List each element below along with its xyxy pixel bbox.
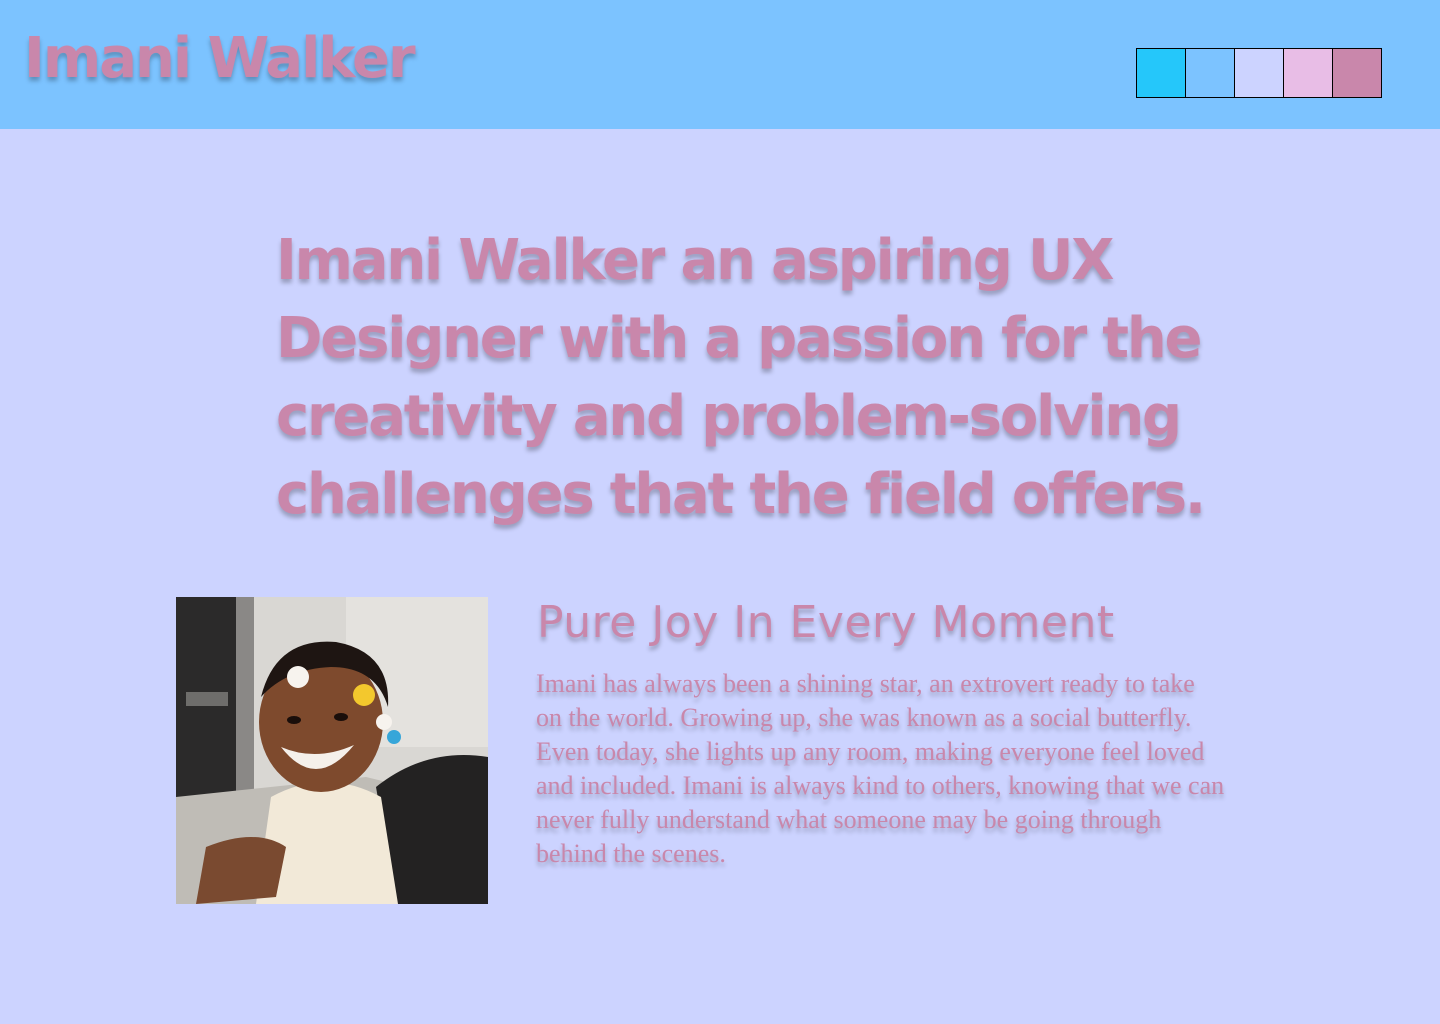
- swatch-rose: [1332, 48, 1382, 98]
- about-body: Imani has always been a shining star, an…: [536, 669, 1225, 868]
- site-title[interactable]: Imani Walker: [24, 24, 416, 94]
- swatch-sky: [1136, 48, 1186, 98]
- hero-headline: Imani Walker an aspiring UX Designer wit…: [276, 228, 1206, 527]
- swatch-blue: [1185, 48, 1235, 98]
- childhood-photo: [176, 597, 488, 904]
- color-palette: [1136, 48, 1382, 98]
- site-header: Imani Walker: [0, 0, 1440, 129]
- about-title: Pure Joy In Every Moment: [537, 597, 1115, 648]
- swatch-lavender: [1234, 48, 1284, 98]
- swatch-pink: [1283, 48, 1333, 98]
